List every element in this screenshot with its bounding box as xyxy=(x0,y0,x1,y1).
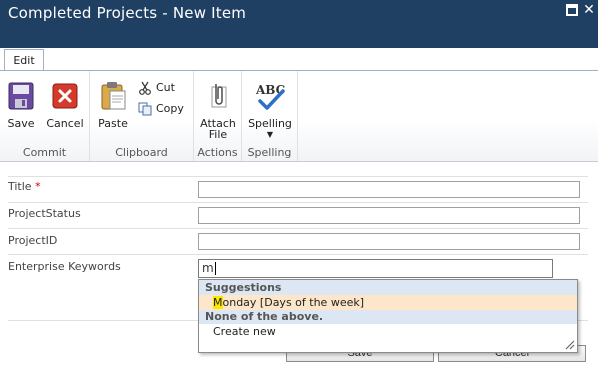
create-new-option[interactable]: Create new xyxy=(199,324,577,339)
save-icon xyxy=(8,82,34,110)
title-label: Title * xyxy=(8,180,41,193)
close-icon[interactable]: ✕ xyxy=(583,2,595,16)
suggestions-header: Suggestions xyxy=(199,280,577,295)
save-button[interactable]: Save xyxy=(4,81,38,129)
spelling-label: Spelling xyxy=(248,117,292,130)
window-title: Completed Projects - New Item xyxy=(8,4,247,22)
commit-group-label: Commit xyxy=(22,146,67,159)
row-divider xyxy=(8,176,588,177)
row-divider xyxy=(8,254,588,255)
title-bar: Completed Projects - New Item ✕ xyxy=(0,0,598,48)
text-caret xyxy=(214,262,216,275)
projectstatus-field[interactable] xyxy=(198,207,580,224)
actions-group: Attach File Actions xyxy=(194,71,242,161)
enterprise-keywords-label: Enterprise Keywords xyxy=(8,260,121,273)
row-divider xyxy=(8,228,588,229)
cut-label: Cut xyxy=(156,81,175,94)
cancel-icon xyxy=(52,83,78,109)
keyword-input-text: m xyxy=(202,261,214,275)
copy-label: Copy xyxy=(156,102,184,115)
scissors-icon xyxy=(139,81,151,95)
spelling-group: ABC Spelling ▼ Spelling xyxy=(242,71,298,161)
match-highlight: M xyxy=(213,296,223,309)
suggestion-item-rest: onday [Days of the week] xyxy=(222,296,365,309)
required-marker: * xyxy=(35,180,41,193)
save-label: Save xyxy=(7,117,35,130)
ribbon: Save Cancel Commit Paste Cut Copy Clipbo… xyxy=(0,70,598,162)
title-field[interactable] xyxy=(198,181,580,198)
maximize-icon[interactable] xyxy=(566,4,578,16)
chevron-down-icon: ▼ xyxy=(266,130,274,139)
cut-button[interactable]: Cut xyxy=(138,81,175,95)
commit-group: Save Cancel Commit xyxy=(0,71,90,161)
clipboard-group-label: Clipboard xyxy=(115,146,168,159)
resize-grip-icon[interactable] xyxy=(563,338,575,350)
clipboard-group: Paste Cut Copy Clipboard xyxy=(90,71,194,161)
paperclip-icon xyxy=(211,84,227,108)
cancel-button[interactable]: Cancel xyxy=(44,81,86,129)
projectid-label: ProjectID xyxy=(8,234,58,247)
spelling-group-label: Spelling xyxy=(247,146,292,159)
copy-icon xyxy=(138,102,152,116)
attach-file-button[interactable]: Attach File xyxy=(198,81,238,140)
none-of-above-header: None of the above. xyxy=(199,310,577,324)
projectstatus-label: ProjectStatus xyxy=(8,207,81,220)
row-divider xyxy=(8,202,588,203)
suggestion-item[interactable]: Monday [Days of the week] xyxy=(199,295,577,310)
projectid-field[interactable] xyxy=(198,233,580,250)
enterprise-keywords-field[interactable]: m xyxy=(198,259,553,278)
spell-check-icon: ABC xyxy=(255,83,285,110)
title-label-text: Title xyxy=(8,180,32,193)
paste-icon xyxy=(101,82,126,110)
paste-button[interactable]: Paste xyxy=(96,81,130,129)
attach-label-line2: File xyxy=(208,128,228,141)
suggestions-dropdown: Suggestions Monday [Days of the week] No… xyxy=(198,279,578,353)
actions-group-label: Actions xyxy=(197,146,238,159)
paste-label: Paste xyxy=(98,117,128,130)
copy-button[interactable]: Copy xyxy=(138,102,184,116)
cancel-label: Cancel xyxy=(46,117,84,130)
spelling-button[interactable]: ABC Spelling ▼ xyxy=(246,81,294,140)
tab-edit[interactable]: Edit xyxy=(4,49,44,71)
